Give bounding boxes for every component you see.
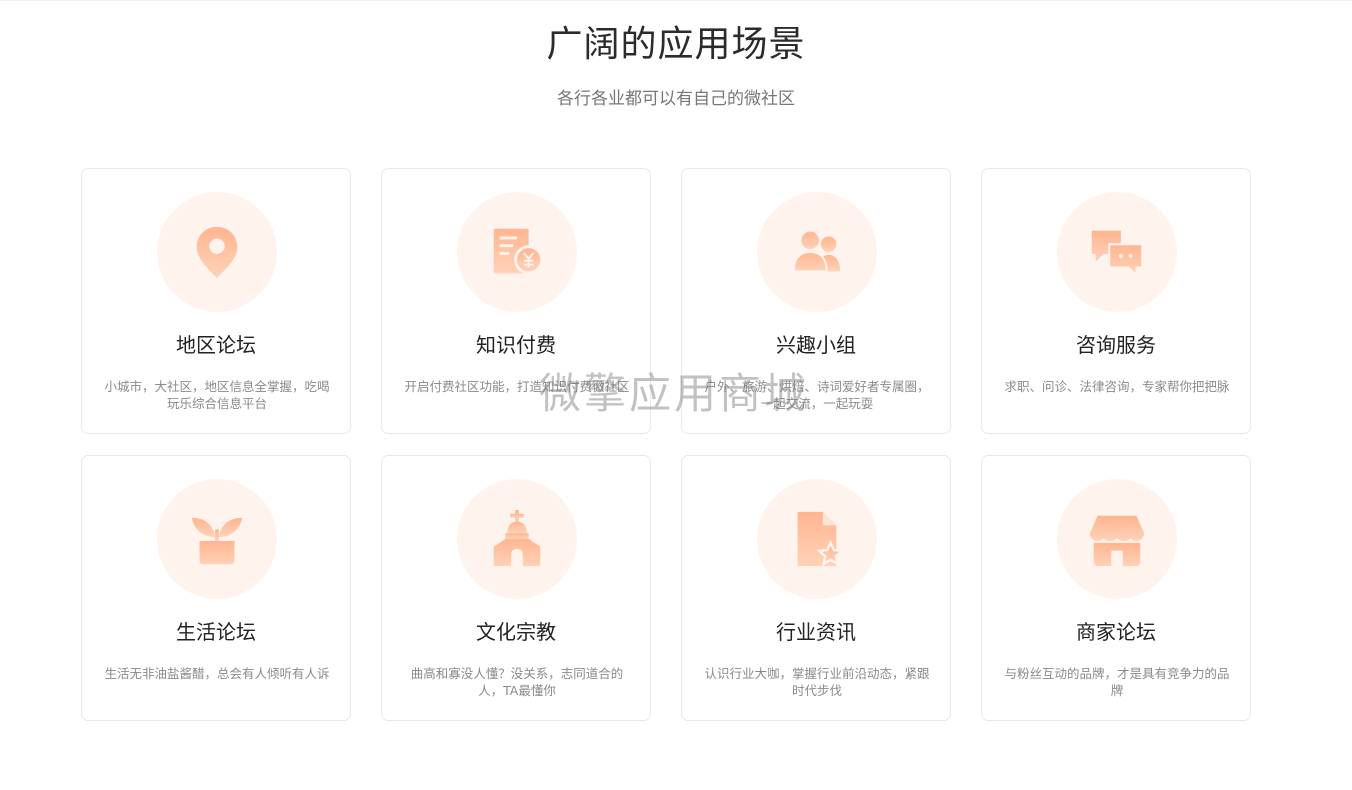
card-description: 户外、旅游、烘焙、诗词爱好者专属圈，一起交流，一起玩耍 bbox=[704, 379, 930, 411]
application-scenarios-section: 广阔的应用场景 各行各业都可以有自己的微社区 地区论坛 小城市，大社区，地区信息… bbox=[0, 0, 1352, 790]
card-description: 与粉丝互动的品牌，才是具有竞争力的品牌 bbox=[1004, 666, 1230, 698]
card-title: 生活论坛 bbox=[176, 620, 256, 644]
card-title: 兴趣小组 bbox=[776, 333, 856, 357]
scenario-card-life-forum[interactable]: 生活论坛 生活无非油盐酱醋，总会有人倾听有人诉 bbox=[81, 455, 351, 721]
scenario-card-consulting[interactable]: 咨询服务 求职、问诊、法律咨询，专家帮你把把脉 bbox=[981, 168, 1251, 434]
icon-badge bbox=[757, 479, 877, 599]
scenario-card-regional-forum[interactable]: 地区论坛 小城市，大社区，地区信息全掌握，吃喝玩乐综合信息平台 bbox=[81, 168, 351, 434]
scenario-card-culture-religion[interactable]: 文化宗教 曲高和寡没人懂？没关系，志同道合的人，TA最懂你 bbox=[381, 455, 651, 721]
scenario-card-paid-knowledge[interactable]: 知识付费 开启付费社区功能，打造知识付费微社区 bbox=[381, 168, 651, 434]
card-title: 文化宗教 bbox=[476, 620, 556, 644]
potted-plant-icon bbox=[191, 517, 243, 565]
card-title: 行业资讯 bbox=[776, 620, 856, 644]
card-description: 生活无非油盐酱醋，总会有人倾听有人诉 bbox=[104, 666, 330, 681]
section-title: 广阔的应用场景 bbox=[546, 24, 806, 65]
scenario-card-industry-news[interactable]: 行业资讯 认识行业大咖，掌握行业前沿动态，紧跟时代步伐 bbox=[681, 455, 951, 721]
card-description: 求职、问诊、法律咨询，专家帮你把把脉 bbox=[1004, 379, 1230, 394]
icon-badge bbox=[1057, 479, 1177, 599]
card-description: 开启付费社区功能，打造知识付费微社区 bbox=[404, 379, 630, 394]
storefront-icon bbox=[1089, 515, 1145, 567]
chat-bubbles-icon bbox=[1091, 230, 1144, 278]
scenario-grid: 地区论坛 小城市，大社区，地区信息全掌握，吃喝玩乐综合信息平台 知识付费 开启付… bbox=[81, 168, 1251, 721]
card-description: 小城市，大社区，地区信息全掌握，吃喝玩乐综合信息平台 bbox=[104, 379, 330, 411]
icon-badge bbox=[457, 479, 577, 599]
icon-badge bbox=[157, 479, 277, 599]
card-title: 商家论坛 bbox=[1076, 620, 1156, 644]
section-subtitle: 各行各业都可以有自己的微社区 bbox=[557, 89, 795, 109]
users-group-icon bbox=[792, 229, 841, 273]
icon-badge bbox=[757, 192, 877, 312]
card-title: 知识付费 bbox=[476, 333, 556, 357]
scenario-card-interest-group[interactable]: 兴趣小组 户外、旅游、烘焙、诗词爱好者专属圈，一起交流，一起玩耍 bbox=[681, 168, 951, 434]
starred-document-icon bbox=[797, 511, 845, 567]
icon-badge bbox=[157, 192, 277, 312]
location-pin-icon bbox=[196, 226, 238, 279]
icon-badge bbox=[457, 192, 577, 312]
paid-document-icon bbox=[493, 228, 544, 275]
card-title: 地区论坛 bbox=[176, 333, 256, 357]
church-icon bbox=[493, 509, 541, 567]
card-title: 咨询服务 bbox=[1076, 333, 1156, 357]
icon-badge bbox=[1057, 192, 1177, 312]
card-description: 认识行业大咖，掌握行业前沿动态，紧跟时代步伐 bbox=[704, 666, 930, 698]
scenario-card-merchant-forum[interactable]: 商家论坛 与粉丝互动的品牌，才是具有竞争力的品牌 bbox=[981, 455, 1251, 721]
card-description: 曲高和寡没人懂？没关系，志同道合的人，TA最懂你 bbox=[410, 666, 624, 698]
